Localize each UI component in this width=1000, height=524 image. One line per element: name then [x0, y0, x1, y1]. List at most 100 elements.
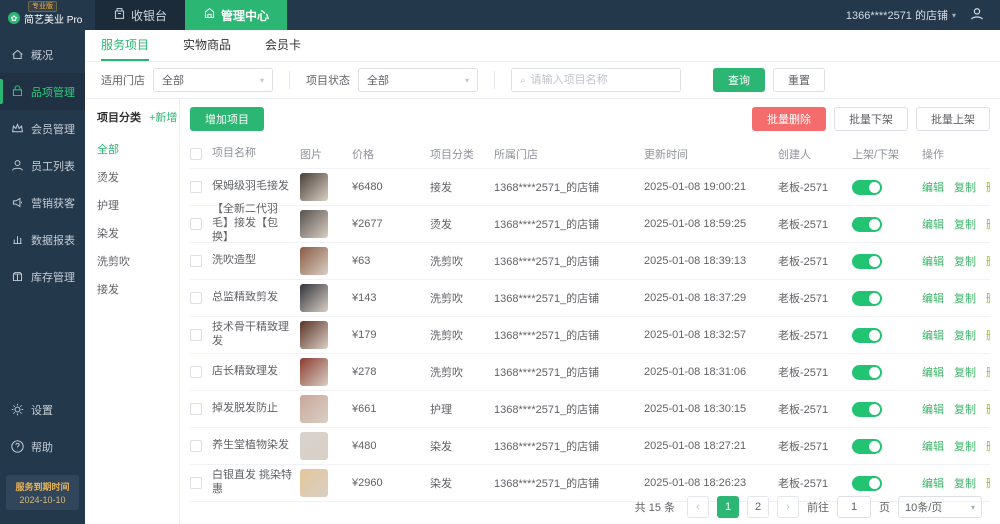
item-price: ¥143: [352, 292, 377, 304]
enable-toggle[interactable]: [852, 216, 882, 232]
delete-link[interactable]: 删除: [986, 179, 990, 195]
pagination-goto-input[interactable]: [837, 496, 871, 518]
sidebar-item-6[interactable]: 库存管理: [0, 258, 85, 295]
delete-link[interactable]: 删除: [986, 327, 990, 343]
top-tab-cashier[interactable]: 收银台: [95, 0, 186, 30]
item-name: 【全新二代羽毛】接发【包换】: [212, 203, 278, 243]
copy-link[interactable]: 复制: [954, 179, 976, 195]
pagination-goto-suffix: 页: [879, 502, 890, 514]
user-icon[interactable]: [970, 7, 984, 24]
edit-link[interactable]: 编辑: [922, 253, 944, 269]
status-filter-label: 项目状态: [306, 75, 350, 87]
search-button[interactable]: 查询: [713, 68, 765, 92]
copy-link[interactable]: 复制: [954, 401, 976, 417]
edit-link[interactable]: 编辑: [922, 179, 944, 195]
table-row: 养生堂植物染发 ¥480 染发 1368****2571_的店铺 2025-01-08 …: [190, 428, 990, 465]
enable-toggle[interactable]: [852, 253, 882, 269]
bulk-off-button[interactable]: 批量下架: [834, 107, 908, 131]
sidebar-item-2[interactable]: 会员管理: [0, 110, 85, 147]
edit-link[interactable]: 编辑: [922, 475, 944, 491]
enable-toggle[interactable]: [852, 438, 882, 454]
top-tab-label: 管理中心: [221, 8, 270, 23]
tab-1[interactable]: 实物商品: [183, 30, 231, 61]
copy-link[interactable]: 复制: [954, 475, 976, 491]
delete-link[interactable]: 删除: [986, 253, 990, 269]
pagination-page-2[interactable]: 2: [747, 496, 769, 518]
delete-link[interactable]: 删除: [986, 401, 990, 417]
row-checkbox[interactable]: [190, 181, 202, 193]
sidebar-item-5[interactable]: 数据报表: [0, 221, 85, 258]
select-all-checkbox[interactable]: [190, 147, 202, 160]
pagination-next-button[interactable]: ›: [777, 496, 799, 518]
column-header-6: 创建人: [778, 148, 811, 161]
reset-button[interactable]: 重置: [773, 68, 825, 92]
delete-link[interactable]: 删除: [986, 364, 990, 380]
category-item-5[interactable]: 接发: [97, 275, 179, 303]
copy-link[interactable]: 复制: [954, 216, 976, 232]
status-filter-select[interactable]: 全部 ▾: [358, 68, 478, 92]
delete-link[interactable]: 删除: [986, 438, 990, 454]
item-creator: 老板-2571: [778, 256, 829, 268]
bulk-on-button[interactable]: 批量上架: [916, 107, 990, 131]
category-item-1[interactable]: 烫发: [97, 163, 179, 191]
delete-link[interactable]: 删除: [986, 475, 990, 491]
category-add-button[interactable]: +新增: [149, 109, 177, 125]
tab-0[interactable]: 服务项目: [101, 30, 150, 61]
bulk-delete-button[interactable]: 批量删除: [752, 107, 826, 131]
main-panel: 服务项目实物商品会员卡 适用门店 全部▾ 项目状态 全部▾ ⌕ 查询 重置: [85, 30, 1000, 524]
delete-link[interactable]: 删除: [986, 290, 990, 306]
copy-link[interactable]: 复制: [954, 438, 976, 454]
table-area: 增加项目 批量删除 批量下架 批量上架 项目名称 图片 价格 项目分类 所属门店 更新时间…: [180, 99, 1000, 524]
copy-link[interactable]: 复制: [954, 364, 976, 380]
sidebar-item-4[interactable]: 营销获客: [0, 184, 85, 221]
copy-link[interactable]: 复制: [954, 327, 976, 343]
enable-toggle[interactable]: [852, 475, 882, 491]
items-table: 项目名称 图片 价格 项目分类 所属门店 更新时间 创建人 上架/下架 操作 保姆级羽毛接发 ¥6…: [190, 139, 990, 502]
inventory-icon: [11, 270, 24, 283]
row-checkbox[interactable]: [190, 403, 202, 415]
delete-link[interactable]: 删除: [986, 216, 990, 232]
pagination-prev-button[interactable]: ‹: [687, 496, 709, 518]
sidebar-item-0[interactable]: 设置: [0, 391, 85, 428]
sidebar-item-0[interactable]: 概况: [0, 36, 85, 73]
sidebar-item-1[interactable]: 帮助: [0, 428, 85, 465]
enable-toggle[interactable]: [852, 364, 882, 380]
enable-toggle[interactable]: [852, 401, 882, 417]
category-title: 项目分类: [97, 112, 141, 124]
store-filter-select[interactable]: 全部 ▾: [153, 68, 273, 92]
item-name: 总监精致剪发: [212, 291, 278, 304]
add-item-button[interactable]: 增加项目: [190, 107, 264, 131]
enable-toggle[interactable]: [852, 290, 882, 306]
row-checkbox[interactable]: [190, 218, 202, 230]
edit-link[interactable]: 编辑: [922, 327, 944, 343]
edit-link[interactable]: 编辑: [922, 438, 944, 454]
account-shop-selector[interactable]: 1366****2571 的店铺 ▾: [846, 7, 956, 23]
edit-link[interactable]: 编辑: [922, 401, 944, 417]
page-size-select[interactable]: 10条/页 ▾: [898, 496, 982, 518]
category-item-3[interactable]: 染发: [97, 219, 179, 247]
tab-2[interactable]: 会员卡: [265, 30, 301, 61]
category-item-2[interactable]: 护理: [97, 191, 179, 219]
row-checkbox[interactable]: [190, 329, 202, 341]
pagination-page-1[interactable]: 1: [717, 496, 739, 518]
copy-link[interactable]: 复制: [954, 290, 976, 306]
row-checkbox[interactable]: [190, 255, 202, 267]
sidebar-item-1[interactable]: 品项管理: [0, 73, 85, 110]
store-filter-label: 适用门店: [101, 75, 145, 87]
row-checkbox[interactable]: [190, 477, 202, 489]
enable-toggle[interactable]: [852, 327, 882, 343]
copy-link[interactable]: 复制: [954, 253, 976, 269]
category-item-0[interactable]: 全部: [97, 135, 179, 163]
top-tab-manage[interactable]: 管理中心: [185, 0, 288, 30]
search-input[interactable]: [530, 74, 672, 86]
row-checkbox[interactable]: [190, 366, 202, 378]
category-item-4[interactable]: 洗剪吹: [97, 247, 179, 275]
row-checkbox[interactable]: [190, 292, 202, 304]
edit-link[interactable]: 编辑: [922, 216, 944, 232]
sidebar-item-3[interactable]: 员工列表: [0, 147, 85, 184]
edit-link[interactable]: 编辑: [922, 290, 944, 306]
edit-link[interactable]: 编辑: [922, 364, 944, 380]
row-checkbox[interactable]: [190, 440, 202, 452]
table-row: 掉发脱发防止 ¥661 护理 1368****2571_的店铺 2025-01-08 1…: [190, 391, 990, 428]
enable-toggle[interactable]: [852, 179, 882, 195]
